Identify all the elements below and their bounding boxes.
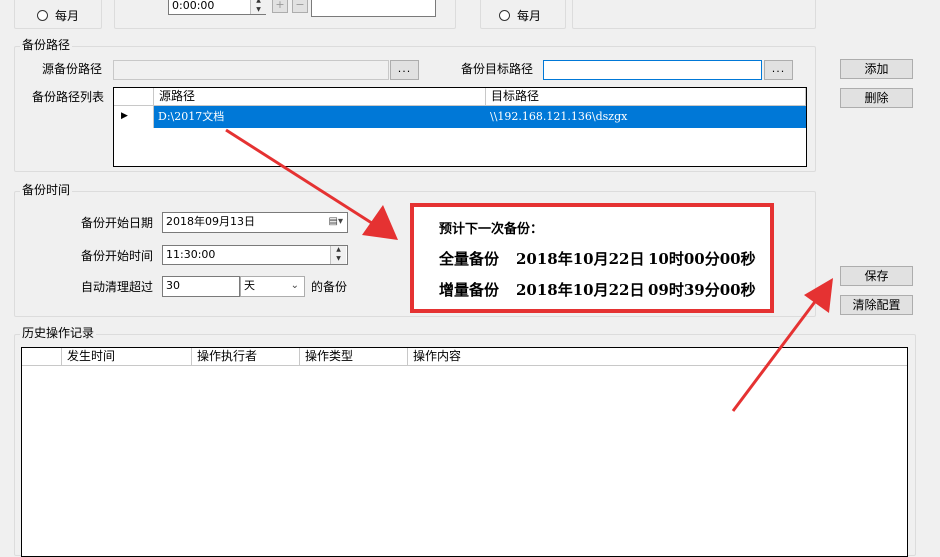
next-backup-callout: 预计下一次备份： 全量备份 2018年10月22日 10时00分00秒 增量备份… [410, 203, 774, 313]
incremental-backup-time: 09时39分00秒 [648, 281, 756, 299]
history-legend: 历史操作记录 [20, 326, 97, 340]
monthly-radio-left[interactable] [37, 10, 48, 21]
monthly-radio-right[interactable] [499, 10, 510, 21]
cleanup-days-input[interactable]: 30 [162, 276, 240, 297]
start-time-value: 11:30:00 [166, 248, 216, 261]
history-row-header-corner [22, 348, 62, 366]
cleanup-label: 自动清理超过 [81, 280, 154, 294]
start-time-spinner[interactable]: ▲ ▼ [330, 246, 346, 264]
path-list-label: 备份路径列表 [32, 90, 105, 104]
backup-time-legend: 备份时间 [20, 183, 73, 197]
schedule-extra-input[interactable] [311, 0, 436, 17]
full-backup-time: 10时00分00秒 [648, 250, 756, 268]
start-time-label: 备份开始时间 [81, 249, 154, 263]
spin-down-icon[interactable]: ▼ [331, 255, 346, 264]
add-button[interactable]: 添加 [840, 59, 913, 79]
column-header-op-type[interactable]: 操作类型 [300, 348, 408, 366]
source-path-input[interactable] [113, 60, 389, 80]
monthly-radio-left-label: 每月 [55, 9, 80, 23]
row-current-arrow-icon: ▶ [121, 111, 128, 121]
table-row[interactable]: ▶ D:\2017文档 \\192.168.121.136\dszgx [114, 106, 806, 128]
chevron-down-icon[interactable]: ⌄ [291, 277, 299, 295]
history-grid[interactable]: 发生时间 操作执行者 操作类型 操作内容 [21, 347, 908, 557]
start-date-label: 备份开始日期 [81, 216, 154, 230]
schedule-group-far-right [572, 0, 816, 29]
source-browse-button[interactable]: ... [390, 60, 419, 80]
path-grid-row-header-corner [114, 88, 154, 106]
start-time-input[interactable]: 11:30:00 [162, 245, 348, 265]
column-header-operator[interactable]: 操作执行者 [192, 348, 300, 366]
start-date-value: 2018年09月13日 [166, 215, 255, 228]
cleanup-unit-value: 天 [244, 279, 255, 292]
target-path-input[interactable] [543, 60, 762, 80]
target-path-label: 备份目标路径 [461, 62, 534, 76]
incremental-backup-label: 增量备份 [439, 281, 500, 299]
full-backup-label: 全量备份 [439, 250, 500, 268]
plus-button[interactable]: + [272, 0, 288, 13]
start-date-picker[interactable]: 2018年09月13日 ▤▾ [162, 212, 348, 233]
monthly-radio-right-label: 每月 [517, 9, 542, 23]
row-selector[interactable]: ▶ [114, 106, 154, 128]
clear-config-button[interactable]: 清除配置 [840, 295, 913, 315]
cleanup-unit-select[interactable]: 天 ⌄ [240, 276, 305, 297]
path-list-grid[interactable]: 源路径 目标路径 ▶ D:\2017文档 \\192.168.121.136\d… [113, 87, 807, 167]
column-header-time[interactable]: 发生时间 [62, 348, 192, 366]
incremental-backup-date: 2018年10月22日 [516, 281, 645, 299]
cell-source-path[interactable]: D:\2017文档 [155, 106, 224, 128]
calendar-icon[interactable]: ▤▾ [329, 213, 343, 231]
backup-path-legend: 备份路径 [20, 38, 73, 52]
time-spinner[interactable]: ▲ ▼ [250, 0, 266, 14]
cell-target-path[interactable]: \\192.168.121.136\dszgx [487, 106, 627, 128]
save-button[interactable]: 保存 [840, 266, 913, 286]
delete-button[interactable]: 删除 [840, 88, 913, 108]
column-header-source[interactable]: 源路径 [154, 88, 486, 106]
source-path-label: 源备份路径 [42, 62, 103, 76]
time-input-value: 0:00:00 [172, 0, 215, 12]
spin-up-icon[interactable]: ▲ [331, 246, 346, 255]
minus-button[interactable]: − [292, 0, 308, 13]
cleanup-suffix-label: 的备份 [311, 280, 348, 294]
callout-title: 预计下一次备份： [439, 222, 544, 237]
target-browse-button[interactable]: ... [764, 60, 793, 80]
column-header-op-content[interactable]: 操作内容 [408, 348, 907, 366]
cleanup-days-value: 30 [166, 279, 180, 292]
column-header-target[interactable]: 目标路径 [486, 88, 806, 106]
row-selection-highlight [154, 106, 806, 128]
spin-down-icon[interactable]: ▼ [251, 6, 266, 15]
full-backup-date: 2018年10月22日 [516, 250, 645, 268]
